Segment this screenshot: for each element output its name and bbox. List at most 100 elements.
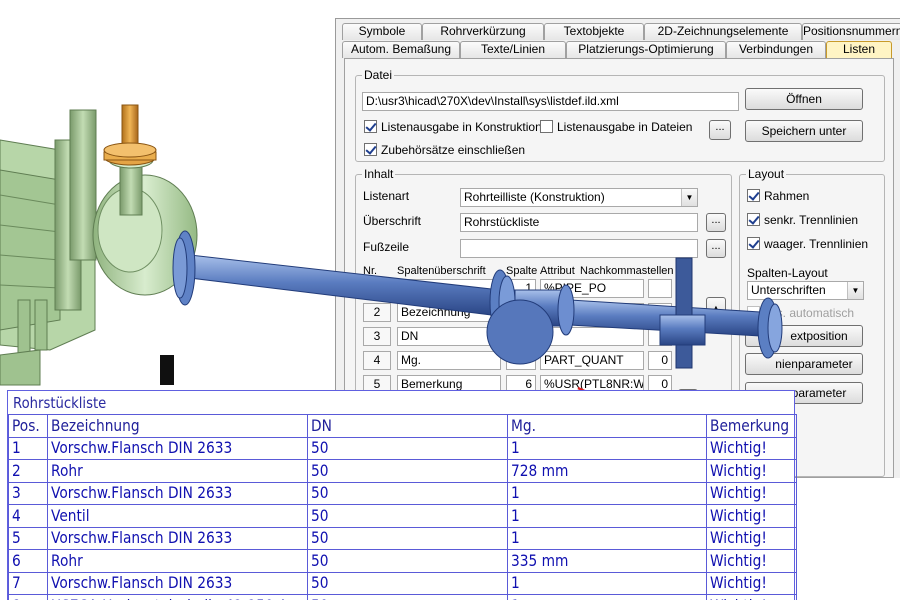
ueberschrift-input[interactable]: Rohrstückliste (460, 213, 698, 232)
tab-texte-linien[interactable]: Texte/Linien (460, 41, 566, 58)
table-row: 1 Vorschw.Flansch DIN 2633 50 1 Wichtig! (8, 436, 797, 460)
attr-row-title-input[interactable]: Bezeichnung (397, 303, 501, 322)
cell-dn: 50 (307, 504, 508, 528)
cell-mg: 335 mm (507, 549, 707, 573)
save-as-button[interactable]: Speichern unter (745, 120, 863, 142)
checkbox-box[interactable] (364, 120, 377, 133)
checkbox-zubehoersaetze[interactable]: Zubehörsätze einschließen (364, 142, 525, 158)
table-row: 5 Vorschw.Flansch DIN 2633 50 1 Wichtig! (8, 526, 797, 550)
attr-row-spalte-input[interactable] (506, 303, 536, 322)
linienparameter-button[interactable]: nienparameter (745, 353, 863, 375)
cell-mg: 1 (507, 504, 707, 528)
spalten-layout-select[interactable]: Unterschriften ▼ (747, 281, 864, 300)
listenart-value: Rohrteilliste (Konstruktion) (464, 190, 605, 204)
attr-row-title-input[interactable]: Mg. (397, 351, 501, 370)
group-layout-legend: Layout (748, 167, 785, 181)
header-bezeichnung: Bezeichnung (47, 414, 308, 438)
open-button[interactable]: Öffnen (745, 88, 863, 110)
scroll-up-button[interactable]: ▲ (706, 297, 726, 319)
tab-symbole[interactable]: Symbole (342, 23, 422, 40)
checkbox-label: Listenausgabe in Konstruktion (381, 120, 542, 134)
pump-assembly (0, 109, 198, 386)
checkbox-box[interactable] (747, 213, 760, 226)
fusszeile-input[interactable] (460, 239, 698, 258)
checkbox-box[interactable] (747, 237, 760, 250)
checkbox-listenausgabe-konstruktion[interactable]: Listenausgabe in Konstruktion (364, 119, 542, 135)
attr-row-attribut-input[interactable] (540, 303, 644, 322)
chevron-down-icon[interactable]: ▼ (681, 189, 697, 206)
tab-rohrverkuerzung[interactable]: Rohrverkürzung (422, 23, 544, 40)
checkbox-label: Listenausgabe in Dateien (557, 120, 693, 134)
checkbox-rahmen[interactable]: Rahmen (747, 188, 809, 204)
tab-2d-zeichnungselemente[interactable]: 2D-Zeichnungselemente (644, 23, 802, 40)
listenart-select[interactable]: Rohrteilliste (Konstruktion) ▼ (460, 188, 698, 207)
cell-pos: 8 (8, 594, 48, 600)
table-row: 2 Rohr 50 728 mm Wichtig! (8, 459, 797, 483)
parts-list-header-row: Pos. Bezeichnung DN Mg. Bemerkung (8, 414, 797, 438)
attr-row-spalte-input[interactable] (506, 327, 536, 346)
attr-row-spalte-input[interactable]: 1 (506, 279, 536, 298)
checkbox-senkr-trennlinien[interactable]: senkr. Trennlinien (747, 212, 858, 228)
cell-bemerkung: Wichtig! (706, 594, 797, 600)
cell-bezeichnung: Rohr (47, 549, 308, 573)
attr-row-attribut-input[interactable]: %PIPE_PO (540, 279, 644, 298)
fusszeile-label: Fußzeile (363, 240, 410, 254)
attr-row-decimals-input[interactable] (648, 279, 672, 298)
attr-row-decimals-input[interactable] (648, 327, 672, 346)
attr-row-decimals-input[interactable] (648, 303, 672, 322)
attr-row-title-input[interactable] (397, 279, 501, 298)
browse-button[interactable]: ... (709, 120, 731, 140)
attr-row-decimals-input[interactable]: 0 (648, 351, 672, 370)
checkbox-box[interactable] (364, 143, 377, 156)
ueberschrift-dots-button[interactable]: ... (706, 213, 726, 232)
attr-row-title-input[interactable]: DN (397, 327, 501, 346)
tab-listen[interactable]: Listen (826, 41, 892, 58)
parts-list-title: Rohrstückliste (13, 394, 107, 412)
cell-bemerkung: Wichtig! (706, 549, 797, 573)
col-header-nr: Nr. (363, 265, 378, 277)
header-mg: Mg. (507, 414, 707, 438)
attr-row-spalte-input[interactable] (506, 351, 536, 370)
attr-row-nr: 1 (363, 279, 391, 298)
cell-bemerkung: Wichtig! (706, 571, 797, 595)
tab-row-2: Autom. Bemaßung Texte/Linien Platzierung… (336, 41, 900, 58)
checkbox-box[interactable] (747, 189, 760, 202)
attr-row-attribut-input[interactable]: PART_QUANT (540, 351, 644, 370)
tab-verbindungen[interactable]: Verbindungen (726, 41, 826, 58)
col-header-spalte: Spalte (506, 265, 538, 277)
tab-autom-bemassung[interactable]: Autom. Bemaßung (342, 41, 460, 58)
tab-textobjekte[interactable]: Textobjekte (544, 23, 644, 40)
cell-pos: 5 (8, 526, 48, 550)
cell-mg: 1 (507, 594, 707, 600)
checkbox-automatisch[interactable]: ess. automatisch (747, 305, 854, 321)
tab-row-1: Symbole Rohrverkürzung Textobjekte 2D-Ze… (336, 23, 900, 40)
col-header-attribut: Attribut (540, 265, 575, 277)
attr-row-nr: 3 (363, 327, 391, 346)
cell-dn: 50 (307, 436, 508, 460)
cell-bezeichnung: Vorschw.Flansch DIN 2633 (47, 481, 308, 505)
checkbox-waager-trennlinien[interactable]: waager. Trennlinien (747, 236, 868, 252)
checkbox-label: waager. Trennlinien (764, 237, 869, 251)
cell-dn: 50 (307, 459, 508, 483)
tab-platzierungs-optimierung[interactable]: Platzierungs-Optimierung (566, 41, 726, 58)
textposition-button[interactable]: extposition (745, 325, 863, 347)
cell-bemerkung: Wichtig! (706, 526, 797, 550)
col-header-nachkommastellen: Nachkommastellen (580, 265, 674, 277)
fusszeile-dots-button[interactable]: ... (706, 239, 726, 258)
spalten-layout-value: Unterschriften (751, 283, 826, 297)
chevron-down-icon[interactable]: ▼ (847, 282, 863, 299)
file-path-field[interactable]: D:\usr3\hicad\270X\dev\Install\sys\listd… (362, 92, 739, 111)
cell-bezeichnung: Vorschw.Flansch DIN 2633 (47, 571, 308, 595)
col-header-spaltenueberschrift: Spaltenüberschrift (397, 265, 486, 277)
attr-row-attribut-input[interactable] (540, 327, 644, 346)
ueberschrift-label: Überschrift (363, 214, 422, 228)
cell-pos: 3 (8, 481, 48, 505)
cell-mg: 1 (507, 481, 707, 505)
cell-bemerkung: Wichtig! (706, 436, 797, 460)
tab-positionsnummern[interactable]: Positionsnummern (802, 23, 900, 40)
checkbox-box[interactable] (540, 120, 553, 133)
group-inhalt-legend: Inhalt (364, 167, 394, 181)
checkbox-listenausgabe-dateien[interactable]: Listenausgabe in Dateien (540, 119, 692, 135)
checkbox-box[interactable] (747, 306, 760, 319)
table-row: 8USECA-Horizontalschelle 42-250-A501Wich… (8, 594, 797, 600)
